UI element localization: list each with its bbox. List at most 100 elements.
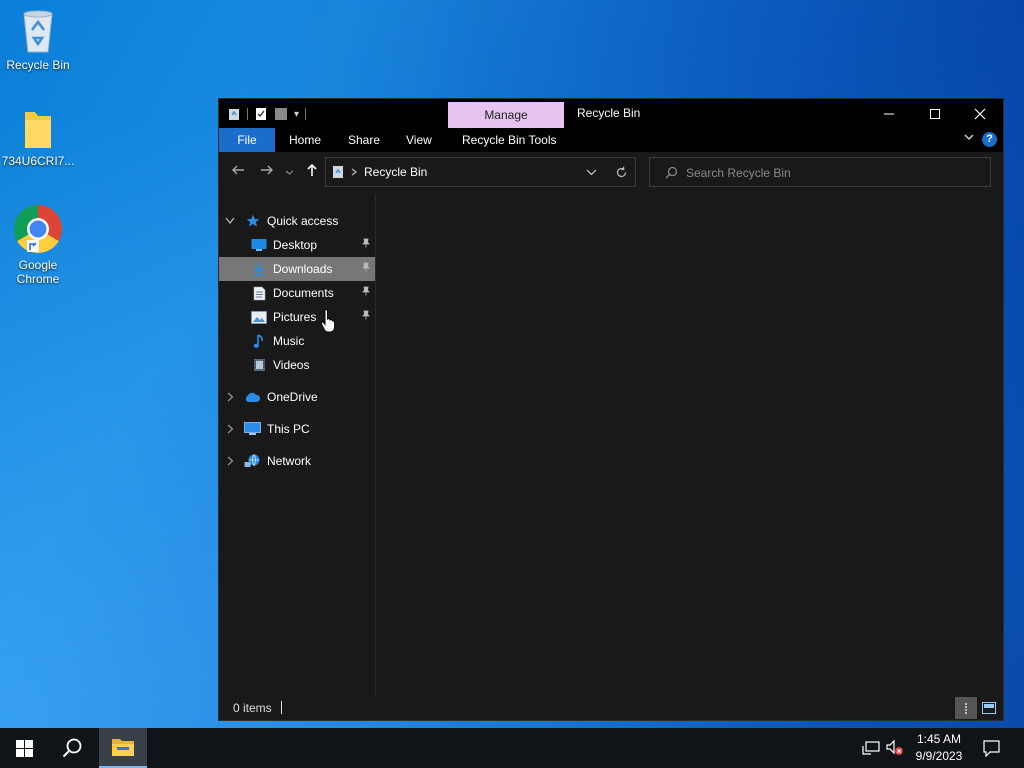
details-view-button[interactable]	[955, 697, 977, 719]
refresh-icon[interactable]	[615, 166, 628, 179]
this-pc-icon	[243, 421, 261, 437]
customize-toolbar-icon[interactable]: ▾	[294, 109, 299, 120]
status-bar: 0 items	[219, 696, 1003, 720]
back-button[interactable]	[228, 163, 248, 183]
tab-file[interactable]: File	[219, 128, 275, 152]
system-clock[interactable]: 1:45 AM 9/9/2023	[905, 731, 973, 765]
nav-item-onedrive[interactable]: OneDrive	[219, 385, 375, 409]
recycle-bin-small-icon	[229, 109, 239, 120]
minimize-button[interactable]	[866, 99, 912, 128]
network-status-icon	[862, 741, 880, 755]
nav-label: Quick access	[267, 214, 339, 228]
up-arrow-icon	[307, 163, 317, 176]
volume-tray-button[interactable]	[884, 728, 906, 768]
desktop-icon-recycle-bin[interactable]: Recycle Bin	[0, 8, 76, 72]
help-button[interactable]: ?	[982, 132, 997, 147]
pin-icon[interactable]	[361, 262, 371, 275]
address-bar[interactable]: Recycle Bin	[325, 157, 636, 187]
file-explorer-icon	[112, 739, 134, 756]
minimize-icon	[884, 113, 894, 114]
start-button[interactable]	[0, 728, 48, 768]
clock-date: 9/9/2023	[915, 749, 963, 763]
explorer-window: ▾ Manage Recycle Bin File Home Share Vie…	[218, 98, 1004, 721]
large-icons-view-button[interactable]	[978, 697, 1000, 719]
expanded-chevron-icon[interactable]	[225, 217, 235, 225]
nav-label: Videos	[273, 358, 310, 372]
close-button[interactable]	[957, 99, 1003, 128]
pictures-icon	[251, 309, 267, 325]
close-icon	[974, 108, 986, 119]
volume-muted-icon	[886, 740, 903, 755]
forward-arrow-icon	[261, 165, 273, 175]
tab-share[interactable]: Share	[336, 128, 392, 152]
desktop-icon-folder[interactable]: 734U6CRI7...	[0, 108, 76, 168]
pin-icon[interactable]	[361, 310, 371, 323]
desktop-icon-chrome[interactable]: Google Chrome	[0, 204, 76, 286]
nav-label: Pictures	[273, 310, 317, 324]
forward-button[interactable]	[257, 163, 277, 183]
desktop-icon-label: 734U6CRI7...	[1, 154, 75, 168]
nav-label: Documents	[273, 286, 334, 300]
tab-home[interactable]: Home	[277, 128, 333, 152]
nav-item-videos[interactable]: Videos	[219, 353, 375, 377]
videos-icon	[251, 357, 267, 373]
nav-item-documents[interactable]: Documents	[219, 281, 375, 305]
file-list-area[interactable]	[377, 194, 1003, 696]
notification-center-button[interactable]	[976, 728, 1006, 768]
nav-item-network[interactable]: Network	[219, 449, 375, 473]
pin-icon[interactable]	[361, 238, 371, 251]
collapsed-chevron-icon[interactable]	[227, 392, 234, 402]
search-button[interactable]	[48, 728, 96, 768]
separator	[247, 108, 248, 120]
title-bar: ▾ Manage Recycle Bin	[219, 99, 1003, 128]
back-arrow-icon	[232, 165, 244, 175]
tab-manage[interactable]: Manage	[448, 102, 564, 128]
expand-ribbon-icon[interactable]	[963, 131, 975, 146]
tab-recycle-bin-tools[interactable]: Recycle Bin Tools	[450, 128, 569, 152]
nav-label: Downloads	[273, 262, 333, 276]
windows-logo-icon	[15, 739, 33, 757]
collapsed-chevron-icon[interactable]	[227, 456, 234, 466]
collapsed-chevron-icon[interactable]	[227, 424, 234, 434]
downloads-icon	[251, 261, 267, 277]
new-folder-icon[interactable]	[274, 107, 288, 121]
address-dropdown-icon[interactable]	[586, 168, 597, 177]
desktop-icon	[251, 237, 267, 253]
taskbar-file-explorer[interactable]	[99, 728, 147, 768]
nav-item-downloads[interactable]: Downloads	[219, 257, 375, 281]
star-icon	[245, 213, 261, 229]
nav-label: Desktop	[273, 238, 318, 252]
network-tray-button[interactable]	[858, 728, 884, 768]
navigation-bar: Recycle Bin	[219, 152, 1003, 194]
notification-icon	[982, 739, 1000, 757]
separator	[281, 701, 282, 714]
ribbon: File Home Share View Recycle Bin Tools ?	[219, 128, 1003, 152]
nav-item-music[interactable]: Music	[219, 329, 375, 353]
recycle-bin-small-icon	[333, 166, 343, 178]
music-icon	[251, 333, 267, 349]
taskbar: 1:45 AM 9/9/2023	[0, 728, 1024, 768]
documents-icon	[251, 285, 267, 301]
separator	[305, 108, 307, 120]
nav-item-desktop[interactable]: Desktop	[219, 233, 375, 257]
recent-locations-button[interactable]	[282, 163, 296, 183]
nav-label: Music	[273, 334, 305, 348]
item-count: 0 items	[233, 701, 272, 715]
nav-quick-access[interactable]: Quick access	[219, 209, 375, 233]
pin-icon[interactable]	[361, 286, 371, 299]
search-input[interactable]	[686, 164, 976, 182]
quick-access-toolbar: ▾	[227, 105, 307, 123]
nav-item-this-pc[interactable]: This PC	[219, 417, 375, 441]
search-box[interactable]	[649, 157, 991, 187]
nav-label: Network	[267, 454, 312, 468]
address-path[interactable]: Recycle Bin	[364, 165, 427, 179]
nav-item-pictures[interactable]: Pictures	[219, 305, 375, 329]
hand-cursor-icon	[320, 309, 336, 333]
breadcrumb-chevron-icon[interactable]	[350, 168, 358, 176]
tab-view[interactable]: View	[394, 128, 444, 152]
up-button[interactable]	[302, 163, 322, 183]
chevron-down-icon	[285, 170, 293, 175]
network-icon	[243, 453, 261, 469]
properties-icon[interactable]	[254, 107, 268, 121]
maximize-button[interactable]	[912, 99, 958, 128]
